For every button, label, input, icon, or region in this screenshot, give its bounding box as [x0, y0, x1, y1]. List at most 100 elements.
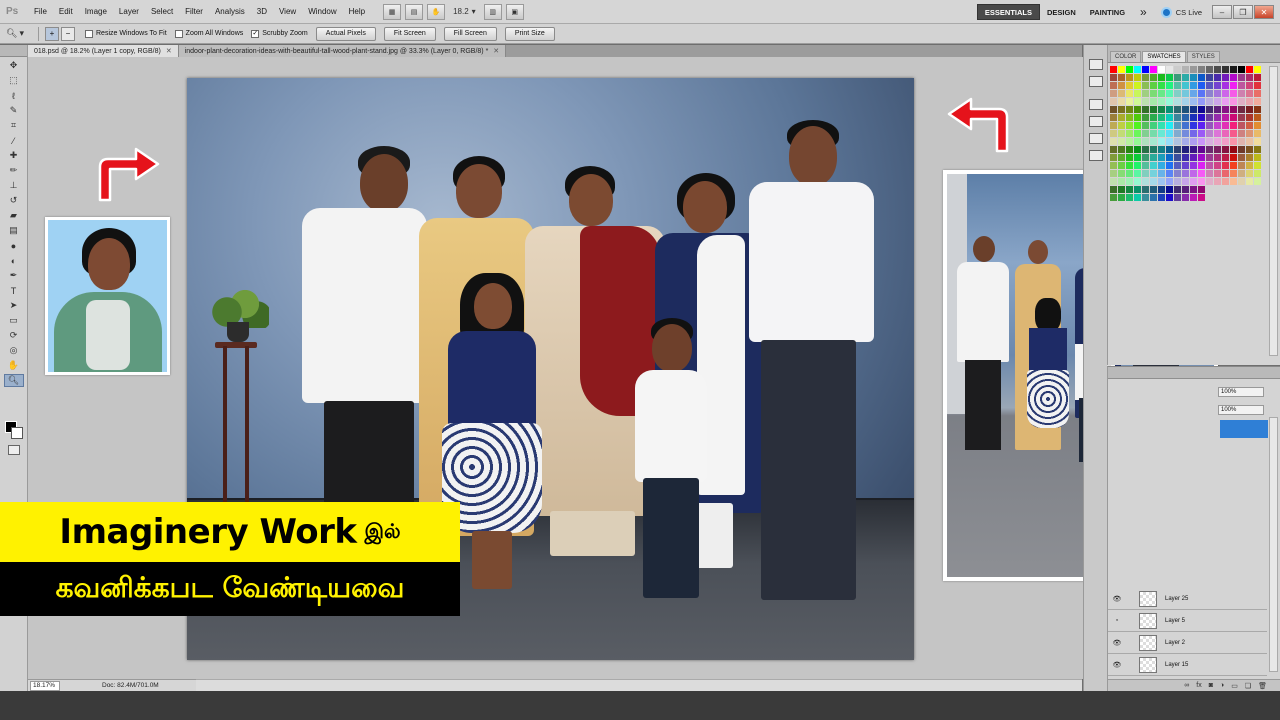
color-swatch[interactable] — [1158, 122, 1165, 129]
color-swatch[interactable] — [1166, 82, 1173, 89]
color-swatch[interactable] — [1158, 66, 1165, 73]
dodge-tool-icon[interactable]: ◐ — [4, 254, 24, 267]
color-swatch[interactable] — [1198, 90, 1205, 97]
color-swatch[interactable] — [1190, 178, 1197, 185]
color-swatch[interactable] — [1198, 186, 1205, 193]
tab-plant-image[interactable]: indoor-plant-decoration-ideas-with-beaut… — [178, 45, 507, 57]
color-swatch[interactable] — [1158, 106, 1165, 113]
color-swatch[interactable] — [1190, 74, 1197, 81]
hand-tool-icon[interactable]: ✋ — [4, 359, 24, 372]
color-swatch[interactable] — [1126, 106, 1133, 113]
layer-row[interactable]: 👁︎ Layer 25 — [1108, 588, 1267, 610]
menu-help[interactable]: Help — [343, 7, 371, 16]
tab-color[interactable]: COLOR — [1110, 51, 1142, 62]
color-swatch[interactable] — [1214, 98, 1221, 105]
color-swatch[interactable] — [1246, 162, 1253, 169]
color-swatch[interactable] — [1182, 154, 1189, 161]
color-swatch[interactable] — [1214, 154, 1221, 161]
color-swatch[interactable] — [1118, 162, 1125, 169]
color-swatch[interactable] — [1118, 90, 1125, 97]
color-swatch[interactable] — [1206, 82, 1213, 89]
color-swatch[interactable] — [1134, 90, 1141, 97]
color-swatch[interactable] — [1118, 114, 1125, 121]
color-swatch[interactable] — [1206, 106, 1213, 113]
fit-screen-button[interactable]: Fit Screen — [383, 26, 436, 41]
color-swatch[interactable] — [1126, 186, 1133, 193]
color-swatch[interactable] — [1166, 138, 1173, 145]
swatches-scrollbar[interactable] — [1269, 66, 1278, 356]
color-swatch[interactable] — [1254, 82, 1261, 89]
color-swatch[interactable] — [1182, 170, 1189, 177]
print-size-button[interactable]: Print Size — [504, 26, 555, 41]
workspace-design[interactable]: DESIGN — [1040, 4, 1083, 20]
color-swatch[interactable] — [1182, 66, 1189, 73]
color-swatch[interactable] — [1134, 186, 1141, 193]
character-panel-icon[interactable] — [1088, 133, 1103, 144]
color-swatch[interactable] — [1246, 98, 1253, 105]
color-swatch[interactable] — [1158, 98, 1165, 105]
color-swatch[interactable] — [1126, 82, 1133, 89]
color-swatch[interactable] — [1238, 98, 1245, 105]
color-swatch[interactable] — [1238, 90, 1245, 97]
color-swatch[interactable] — [1142, 194, 1149, 201]
color-swatch[interactable] — [1246, 178, 1253, 185]
selected-layer-highlight[interactable] — [1220, 420, 1268, 438]
color-swatch[interactable] — [1246, 82, 1253, 89]
color-swatch[interactable] — [1166, 170, 1173, 177]
color-swatch[interactable] — [1254, 186, 1261, 193]
group-folder-icon[interactable]: ▭ — [1231, 682, 1238, 690]
color-swatch[interactable] — [1190, 154, 1197, 161]
color-swatch[interactable] — [1166, 186, 1173, 193]
color-swatch[interactable] — [1158, 74, 1165, 81]
visibility-eye-icon[interactable]: 👁︎ — [1111, 639, 1123, 647]
menu-filter[interactable]: Filter — [179, 7, 209, 16]
color-swatch[interactable] — [1238, 154, 1245, 161]
color-swatch[interactable] — [1214, 146, 1221, 153]
color-swatch[interactable] — [1174, 138, 1181, 145]
color-swatch[interactable] — [1166, 178, 1173, 185]
color-swatch[interactable] — [1150, 74, 1157, 81]
color-swatch[interactable] — [1190, 90, 1197, 97]
color-swatch[interactable] — [1238, 74, 1245, 81]
color-swatch[interactable] — [1134, 74, 1141, 81]
color-swatch[interactable] — [1206, 74, 1213, 81]
color-swatch[interactable] — [1126, 122, 1133, 129]
tab-styles[interactable]: STYLES — [1186, 51, 1220, 62]
color-swatch[interactable] — [1126, 98, 1133, 105]
color-swatch[interactable] — [1230, 162, 1237, 169]
color-swatch[interactable] — [1254, 74, 1261, 81]
color-swatch[interactable] — [1182, 98, 1189, 105]
color-swatch[interactable] — [1190, 130, 1197, 137]
color-swatch[interactable] — [1214, 162, 1221, 169]
color-swatch[interactable] — [1222, 82, 1229, 89]
color-swatch[interactable] — [1230, 170, 1237, 177]
color-swatch[interactable] — [1118, 82, 1125, 89]
color-swatch[interactable] — [1150, 154, 1157, 161]
color-swatch[interactable] — [1198, 122, 1205, 129]
color-swatch[interactable] — [1166, 194, 1173, 201]
color-swatch[interactable] — [1150, 106, 1157, 113]
color-swatch[interactable] — [1246, 186, 1253, 193]
color-swatch[interactable] — [1206, 66, 1213, 73]
color-swatch[interactable] — [1174, 122, 1181, 129]
color-swatch[interactable] — [1182, 178, 1189, 185]
color-swatch[interactable] — [1206, 178, 1213, 185]
fill-field[interactable]: 100% — [1218, 405, 1264, 415]
status-zoom-field[interactable]: 18.17% — [30, 680, 60, 691]
color-swatch[interactable] — [1142, 138, 1149, 145]
layers-panel-header[interactable] — [1108, 367, 1280, 379]
color-swatch[interactable] — [1174, 74, 1181, 81]
color-swatch[interactable] — [1118, 74, 1125, 81]
color-swatch[interactable] — [1126, 66, 1133, 73]
color-swatch[interactable] — [1118, 98, 1125, 105]
color-swatch[interactable] — [1246, 66, 1253, 73]
color-swatch[interactable] — [1222, 186, 1229, 193]
color-swatch[interactable] — [1142, 154, 1149, 161]
color-swatch[interactable] — [1222, 154, 1229, 161]
layers-scrollbar[interactable] — [1269, 417, 1278, 672]
color-swatch[interactable] — [1110, 66, 1117, 73]
menu-select[interactable]: Select — [145, 7, 179, 16]
color-swatch[interactable] — [1126, 74, 1133, 81]
color-swatch[interactable] — [1134, 146, 1141, 153]
color-swatch[interactable] — [1118, 178, 1125, 185]
